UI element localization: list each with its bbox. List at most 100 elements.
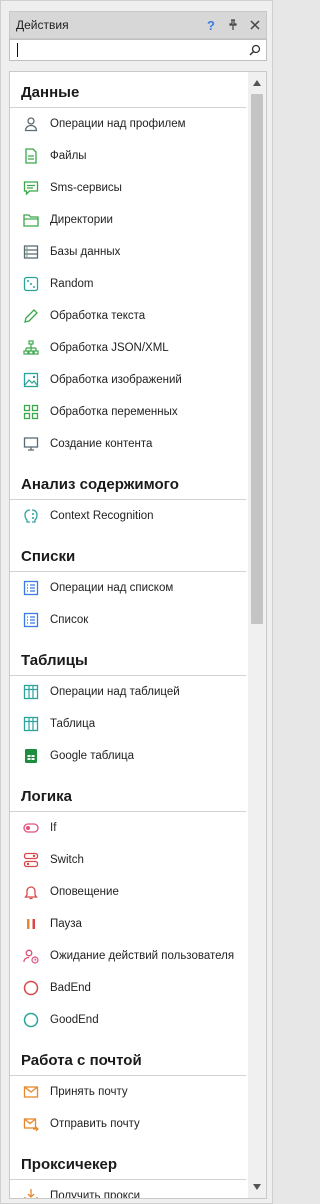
mail-in-icon [22, 1083, 40, 1101]
action-item-label: Оповещение [50, 886, 119, 898]
action-item-label: If [50, 822, 57, 834]
section-header: Списки [10, 532, 246, 572]
action-item-label: Обработка переменных [50, 406, 178, 418]
list-icon [22, 579, 40, 597]
action-item[interactable]: Обработка JSON/XML [10, 332, 246, 364]
action-item[interactable]: Обработка изображений [10, 364, 246, 396]
text-caret [17, 43, 18, 57]
pin-icon [229, 19, 237, 30]
pause-icon [22, 915, 40, 933]
action-item[interactable]: Обработка переменных [10, 396, 246, 428]
action-item[interactable]: Таблица [10, 708, 246, 740]
grid-icon [22, 403, 40, 421]
action-item[interactable]: Принять почту [10, 1076, 246, 1108]
action-item[interactable]: Операции над списком [10, 572, 246, 604]
action-item-label: Операции над списком [50, 582, 174, 594]
circle-green-icon [22, 1011, 40, 1029]
pin-button[interactable] [222, 14, 244, 36]
close-icon [250, 20, 260, 30]
section-header: Анализ содержимого [10, 460, 246, 500]
action-item-label: Пауза [50, 918, 82, 930]
action-item-label: Получить прокси [50, 1190, 141, 1199]
action-item[interactable]: Операции над профилем [10, 108, 246, 140]
search-icon[interactable] [248, 43, 262, 57]
toggle-icon [22, 819, 40, 837]
section-header: Данные [10, 72, 246, 108]
action-item[interactable]: Random [10, 268, 246, 300]
action-item[interactable]: Файлы [10, 140, 246, 172]
list-icon [22, 611, 40, 629]
action-item[interactable]: Ожидание действий пользователя [10, 940, 246, 972]
action-item[interactable]: Директории [10, 204, 246, 236]
action-item-label: Обработка текста [50, 310, 146, 322]
action-item[interactable]: BadEnd [10, 972, 246, 1004]
action-item-label: Операции над таблицей [50, 686, 180, 698]
section-header: Работа с почтой [10, 1036, 246, 1076]
action-item-label: Базы данных [50, 246, 121, 258]
scroll-up-arrow[interactable] [253, 80, 261, 86]
tree-icon [22, 339, 40, 357]
action-item-label: Таблица [50, 718, 96, 730]
action-item-label: GoodEnd [50, 1014, 99, 1026]
google-sheet-icon [22, 747, 40, 765]
action-item-label: Ожидание действий пользователя [50, 950, 235, 962]
action-item[interactable]: GoodEnd [10, 1004, 246, 1036]
action-item-label: Обработка JSON/XML [50, 342, 169, 354]
circle-red-icon [22, 979, 40, 997]
action-item[interactable]: Switch [10, 844, 246, 876]
actions-panel: Действия ? Данные Операции над профилем Фа… [0, 0, 273, 1204]
action-item[interactable]: Отправить почту [10, 1108, 246, 1140]
action-item[interactable]: Создание контента [10, 428, 246, 460]
user-wait-icon [22, 947, 40, 965]
action-item-label: Switch [50, 854, 84, 866]
table-icon [22, 683, 40, 701]
dice-icon [22, 275, 40, 293]
action-item-label: Операции над профилем [50, 118, 186, 130]
scroll-down-arrow[interactable] [253, 1184, 261, 1190]
action-item-label: Директории [50, 214, 113, 226]
actions-content: Данные Операции над профилем Файлы Sms-серв… [10, 72, 246, 1199]
sms-icon [22, 179, 40, 197]
action-item-label: Список [50, 614, 89, 626]
scroll-thumb[interactable] [251, 94, 263, 624]
brain-icon [22, 507, 40, 525]
database-icon [22, 243, 40, 261]
action-item[interactable]: Базы данных [10, 236, 246, 268]
file-icon [22, 147, 40, 165]
action-item[interactable]: Список [10, 604, 246, 636]
download-icon [22, 1187, 40, 1198]
action-item-label: Random [50, 278, 94, 290]
action-item-label: Google таблица [50, 750, 134, 762]
action-item[interactable]: Операции над таблицей [10, 676, 246, 708]
close-button[interactable] [244, 14, 266, 36]
action-item[interactable]: Context Recognition [10, 500, 246, 532]
action-item-label: BadEnd [50, 982, 91, 994]
action-item[interactable]: Получить прокси [10, 1180, 246, 1199]
action-item[interactable]: Обработка текста [10, 300, 246, 332]
action-item[interactable]: Оповещение [10, 876, 246, 908]
table-icon [22, 715, 40, 733]
action-item-label: Создание контента [50, 438, 153, 450]
action-item[interactable]: Пауза [10, 908, 246, 940]
action-item[interactable]: Sms-сервисы [10, 172, 246, 204]
folder-icon [22, 211, 40, 229]
monitor-icon [22, 435, 40, 453]
action-item-label: Sms-сервисы [50, 182, 122, 194]
search-input[interactable] [9, 39, 267, 61]
section-header: Таблицы [10, 636, 246, 676]
bell-icon [22, 883, 40, 901]
action-item[interactable]: If [10, 812, 246, 844]
help-button[interactable]: ? [200, 14, 222, 36]
action-item-label: Обработка изображений [50, 374, 182, 386]
actions-list: Данные Операции над профилем Файлы Sms-серв… [9, 71, 267, 1199]
panel-titlebar: Действия ? [9, 11, 267, 39]
scrollbar[interactable] [248, 72, 266, 1198]
action-item[interactable]: Google таблица [10, 740, 246, 772]
section-header: Проксичекер [10, 1140, 246, 1180]
action-item-label: Context Recognition [50, 510, 154, 522]
switch-icon [22, 851, 40, 869]
image-icon [22, 371, 40, 389]
person-icon [22, 115, 40, 133]
action-item-label: Файлы [50, 150, 87, 162]
section-header: Логика [10, 772, 246, 812]
